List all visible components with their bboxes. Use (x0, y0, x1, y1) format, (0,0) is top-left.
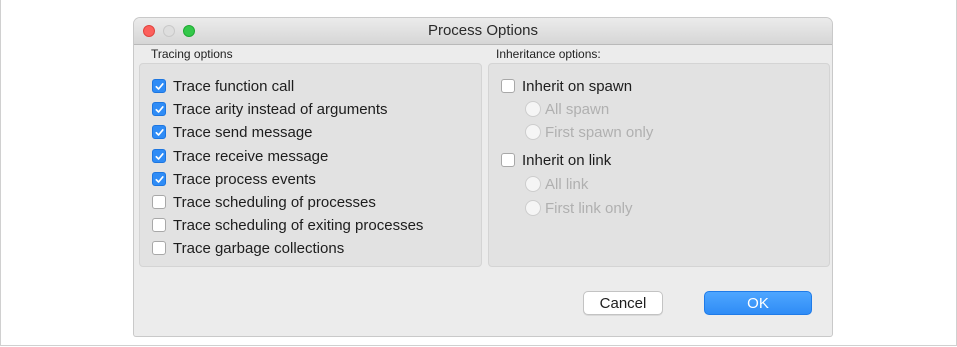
checkbox-label: Trace garbage collections (173, 239, 345, 257)
trace-garbage-collections-checkbox[interactable]: Trace garbage collections (152, 239, 344, 257)
inherit-on-spawn-checkbox[interactable]: Inherit on spawn (501, 77, 632, 95)
first-link-only-radio[interactable]: First link only (525, 199, 633, 217)
checkbox-label: Trace receive message (173, 147, 329, 165)
radio-label: All link (545, 175, 589, 193)
checkbox-label: Trace scheduling of exiting processes (173, 216, 424, 234)
radio-label: All spawn (545, 100, 610, 118)
radio-unselected-icon[interactable] (525, 176, 541, 192)
checkbox-checked-icon[interactable] (152, 102, 166, 116)
checkbox-label: Trace send message (173, 123, 313, 141)
tracing-options-label: Tracing options (151, 47, 233, 61)
checkbox-label: Trace function call (173, 77, 295, 95)
radio-label: First link only (545, 199, 633, 217)
all-link-radio[interactable]: All link (525, 175, 588, 193)
checkbox-checked-icon[interactable] (152, 172, 166, 186)
window-title: Process Options (427, 22, 539, 39)
checkbox-unchecked-icon[interactable] (152, 218, 166, 232)
trace-send-message-checkbox[interactable]: Trace send message (152, 123, 313, 141)
checkbox-label: Inherit on spawn (522, 77, 633, 95)
trace-process-events-checkbox[interactable]: Trace process events (152, 170, 316, 188)
checkbox-unchecked-icon[interactable] (152, 195, 166, 209)
radio-unselected-icon[interactable] (525, 101, 541, 117)
checkbox-unchecked-icon[interactable] (501, 79, 515, 93)
checkbox-checked-icon[interactable] (152, 79, 166, 93)
checkbox-label: Trace process events (173, 170, 316, 188)
checkbox-unchecked-icon[interactable] (501, 153, 515, 167)
process-options-dialog: Process Options Tracing options Trace fu… (134, 18, 832, 336)
all-spawn-radio[interactable]: All spawn (525, 100, 609, 118)
checkbox-label: Trace scheduling of processes (173, 193, 376, 211)
trace-function-call-checkbox[interactable]: Trace function call (152, 77, 294, 95)
inheritance-options-label: Inheritance options: (496, 47, 601, 61)
trace-scheduling-checkbox[interactable]: Trace scheduling of processes (152, 193, 376, 211)
checkbox-unchecked-icon[interactable] (152, 241, 166, 255)
checkbox-label: Inherit on link (522, 151, 612, 169)
title-bar: Process Options (134, 18, 832, 45)
checkbox-checked-icon[interactable] (152, 149, 166, 163)
radio-unselected-icon[interactable] (525, 200, 541, 216)
cancel-button[interactable]: Cancel (583, 291, 663, 315)
inherit-on-link-checkbox[interactable]: Inherit on link (501, 151, 611, 169)
trace-scheduling-exiting-checkbox[interactable]: Trace scheduling of exiting processes (152, 216, 423, 234)
radio-unselected-icon[interactable] (525, 124, 541, 140)
first-spawn-only-radio[interactable]: First spawn only (525, 123, 653, 141)
radio-label: First spawn only (545, 123, 654, 141)
checkbox-checked-icon[interactable] (152, 125, 166, 139)
ok-button[interactable]: OK (704, 291, 812, 315)
checkbox-label: Trace arity instead of arguments (173, 100, 388, 118)
trace-receive-message-checkbox[interactable]: Trace receive message (152, 147, 328, 165)
trace-arity-checkbox[interactable]: Trace arity instead of arguments (152, 100, 388, 118)
